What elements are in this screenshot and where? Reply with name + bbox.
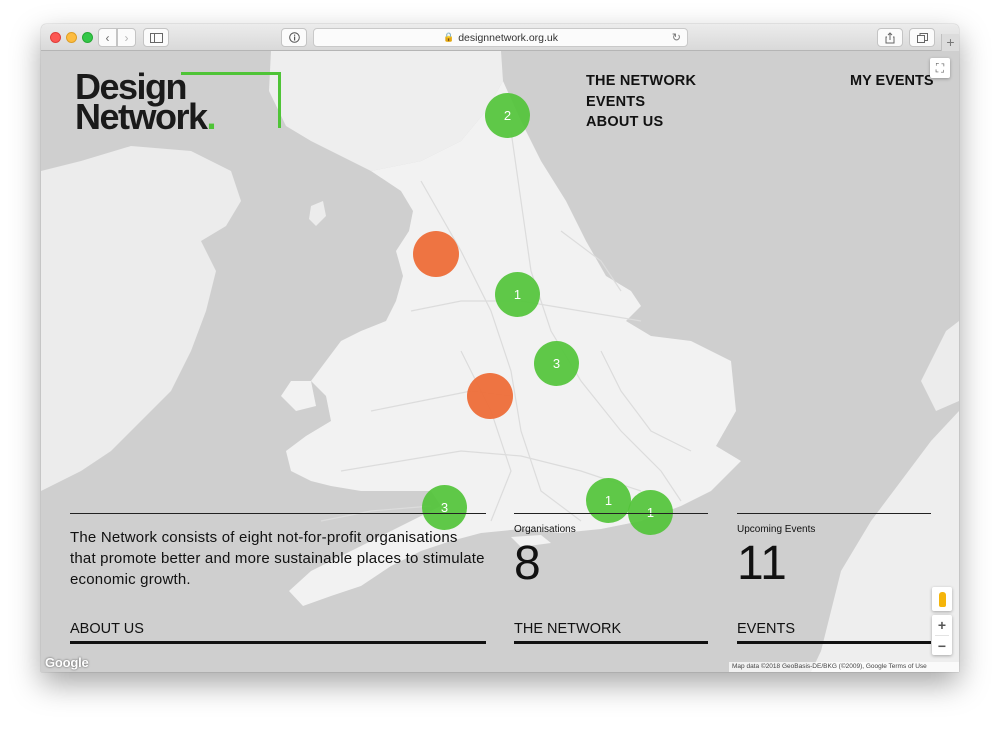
- nav-about-us[interactable]: ABOUT US: [586, 112, 696, 133]
- site-info-button[interactable]: [281, 28, 307, 47]
- browser-window: ‹ › 🔒 designnetwork.org.uk ↻ + Design Ne…: [41, 24, 959, 672]
- tabs-icon: [916, 32, 928, 43]
- map-marker-cluster[interactable]: 2: [485, 93, 530, 138]
- pegman-icon: [938, 591, 946, 607]
- events-count: 11: [737, 537, 787, 590]
- events-link[interactable]: EVENTS: [737, 621, 931, 644]
- map-marker-cluster[interactable]: 3: [534, 341, 579, 386]
- divider: [514, 513, 708, 514]
- logo-text-network: Network.: [75, 96, 217, 137]
- nav-the-network[interactable]: THE NETWORK: [586, 71, 696, 92]
- share-icon: [885, 31, 895, 43]
- lock-icon: 🔒: [442, 32, 455, 42]
- map-marker-organisation[interactable]: [413, 231, 459, 277]
- sidebar-icon: [149, 32, 163, 43]
- organisations-count: 8: [514, 537, 541, 590]
- street-view-pegman[interactable]: [932, 587, 952, 611]
- chevron-left-icon: ‹: [105, 30, 110, 45]
- events-stat: Upcoming Events 11: [737, 513, 931, 589]
- page-viewport: Design Network. THE NETWORK EVENTS ABOUT…: [41, 51, 959, 672]
- maximize-window-button[interactable]: [82, 32, 93, 43]
- nav-events[interactable]: EVENTS: [586, 92, 696, 113]
- design-network-logo[interactable]: Design Network.: [75, 69, 281, 137]
- sidebar-toggle-button[interactable]: [143, 28, 169, 47]
- map-marker-organisation[interactable]: [467, 373, 513, 419]
- divider: [737, 513, 931, 514]
- new-tab-button[interactable]: +: [941, 34, 959, 51]
- organisations-label: Organisations: [514, 524, 576, 535]
- about-us-link[interactable]: ABOUT US: [70, 621, 486, 644]
- browser-toolbar: ‹ › 🔒 designnetwork.org.uk ↻ +: [41, 24, 959, 51]
- map-zoom-control: + −: [932, 615, 952, 655]
- back-button[interactable]: ‹: [98, 28, 117, 47]
- organisations-stat: Organisations 8: [514, 513, 708, 589]
- map-marker-cluster[interactable]: 1: [495, 272, 540, 317]
- intro-text: The Network consists of eight not-for-pr…: [70, 529, 485, 588]
- map-fullscreen-button[interactable]: ⛶: [930, 58, 950, 78]
- my-events-link[interactable]: MY EVENTS: [850, 71, 934, 92]
- intro-panel: The Network consists of eight not-for-pr…: [70, 513, 486, 590]
- main-nav: THE NETWORK EVENTS ABOUT US: [586, 71, 696, 133]
- zoom-out-button[interactable]: −: [932, 636, 952, 656]
- logo-dot: .: [206, 96, 217, 137]
- map-attribution[interactable]: Map data ©2018 GeoBasis-DE/BKG (©2009), …: [729, 662, 959, 672]
- divider: [70, 513, 486, 514]
- logo-network-word: Network: [75, 96, 208, 137]
- info-icon: [288, 32, 300, 43]
- share-button[interactable]: [877, 28, 903, 47]
- url-text: designnetwork.org.uk: [458, 31, 559, 44]
- tab-overview-button[interactable]: [909, 28, 935, 47]
- minimize-window-button[interactable]: [66, 32, 77, 43]
- forward-button[interactable]: ›: [117, 28, 136, 47]
- zoom-in-button[interactable]: +: [932, 615, 952, 635]
- events-label: Upcoming Events: [737, 524, 816, 535]
- reload-icon[interactable]: ↻: [672, 31, 681, 44]
- address-bar[interactable]: 🔒 designnetwork.org.uk ↻: [313, 28, 688, 47]
- chevron-right-icon: ›: [124, 30, 129, 45]
- close-window-button[interactable]: [50, 32, 61, 43]
- google-logo[interactable]: Google: [45, 655, 89, 670]
- the-network-link[interactable]: THE NETWORK: [514, 621, 708, 644]
- fullscreen-icon: ⛶: [935, 60, 945, 75]
